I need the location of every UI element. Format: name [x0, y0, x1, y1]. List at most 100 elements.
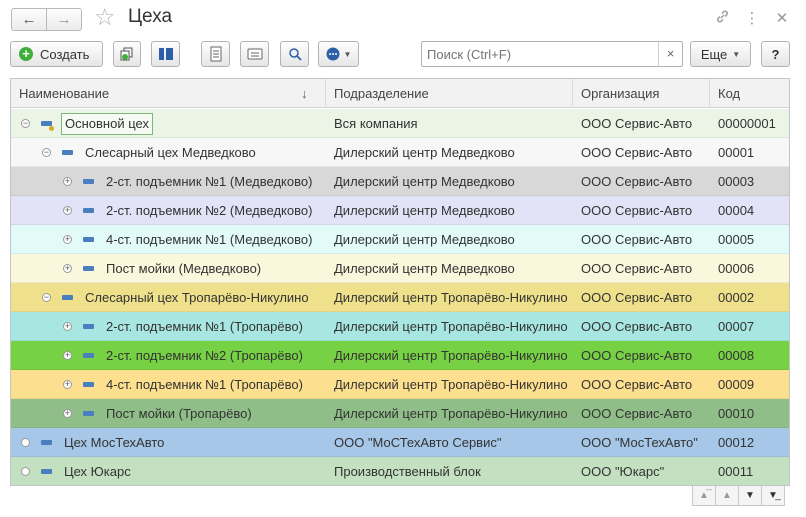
structure-button[interactable]	[151, 41, 180, 67]
expand-icon[interactable]: +	[63, 351, 72, 360]
expand-icon[interactable]: +	[63, 409, 72, 418]
cell-name: 2-ст. подъемник №1 (Тропарёво)	[106, 319, 303, 334]
cell-organization: ООО Сервис-Авто	[581, 290, 693, 305]
cell-department: Дилерский центр Тропарёво-Никулино	[334, 319, 568, 334]
catalog-item-icon	[83, 266, 94, 271]
table-row[interactable]: Цех Юкарс Производственный блок ООО "Юкарс…	[11, 457, 789, 485]
star-icon[interactable]: ☆	[94, 5, 116, 31]
table-row[interactable]: +2-ст. подъемник №1 (Тропарёво) Дилерский…	[11, 312, 789, 341]
scroll-down-button[interactable]: ▼	[738, 486, 762, 506]
report-button[interactable]	[240, 41, 269, 67]
close-icon[interactable]: ✕	[774, 9, 790, 28]
table-row[interactable]: Цех МосТехАвто ООО "МоСТехАвто Сервис" ООО…	[11, 428, 789, 457]
list-view-button[interactable]	[201, 41, 230, 67]
last-page-icon: ▼̲	[768, 490, 778, 501]
first-page-icon: ▲̅	[699, 490, 709, 501]
help-button-label: ?	[771, 46, 780, 62]
cell-organization: ООО Сервис-Авто	[581, 203, 693, 218]
more-button[interactable]: Еще ▼	[690, 41, 751, 67]
catalog-item-icon	[83, 353, 94, 358]
cell-department: Дилерский центр Медведково	[334, 145, 515, 160]
catalog-item-icon	[83, 208, 94, 213]
copy-button[interactable]	[113, 41, 141, 67]
scroll-up-button[interactable]: ▲	[715, 486, 739, 506]
cell-organization: ООО Сервис-Авто	[581, 116, 693, 131]
arrow-left-icon: ←	[21, 11, 37, 28]
more-vertical-icon[interactable]: ⋮	[744, 9, 760, 28]
table-row[interactable]: +2-ст. подъемник №2 (Тропарёво) Дилерский…	[11, 341, 789, 370]
expand-icon[interactable]: +	[63, 235, 72, 244]
table-row[interactable]: − Основной цех Вся компания ООО Сервис-Авто…	[11, 109, 789, 138]
create-button[interactable]: + Создать	[10, 41, 103, 67]
expand-icon[interactable]: +	[63, 177, 72, 186]
cell-code: 00008	[718, 348, 755, 363]
page-title: Цеха	[128, 6, 173, 27]
expand-icon[interactable]: +	[63, 264, 72, 273]
column-header-label: Наименование	[19, 86, 110, 101]
cell-department: Вся компания	[334, 116, 418, 131]
cell-department: Дилерский центр Медведково	[334, 174, 515, 189]
table-row[interactable]: +2-ст. подъемник №2 (Медведково) Дилерски…	[11, 196, 789, 225]
column-header-code[interactable]: Код	[710, 79, 789, 108]
arrow-right-icon: →	[56, 11, 72, 28]
list-navigation: ▲̅ ▲ ▼ ▼̲	[692, 486, 785, 506]
collapse-icon[interactable]: −	[21, 119, 30, 128]
collapse-icon[interactable]: −	[42, 148, 51, 157]
help-button[interactable]: ?	[761, 41, 790, 67]
more-button-label: Еще	[700, 46, 728, 62]
search-input[interactable]	[425, 46, 655, 63]
go-to-first-button[interactable]: ▲̅	[692, 486, 716, 506]
column-header-name[interactable]: Наименование ↓	[11, 79, 326, 108]
cell-code: 00000001	[718, 116, 776, 131]
column-header-label: Подразделение	[334, 86, 429, 101]
list-icon	[210, 46, 221, 62]
expand-icon[interactable]: +	[63, 380, 72, 389]
cell-code: 00002	[718, 290, 755, 305]
table-row[interactable]: +4-ст. подъемник №1 (Медведково) Дилерски…	[11, 225, 789, 254]
table-row[interactable]: + Пост мойки (Тропарёво) Дилерский центр Т…	[11, 399, 789, 428]
catalog-item-icon	[83, 179, 94, 184]
cell-department: Производственный блок	[334, 464, 481, 479]
table-row[interactable]: − Слесарный цех Медведково Дилерский центр…	[11, 138, 789, 167]
title-bar: ← → ☆ Цеха ⋮ ✕	[0, 0, 806, 38]
cell-department: Дилерский центр Тропарёво-Никулино	[334, 377, 568, 392]
chevron-up-icon: ▲	[722, 490, 732, 501]
forward-button[interactable]: →	[46, 8, 82, 31]
cell-code: 00006	[718, 261, 755, 276]
table-row[interactable]: +4-ст. подъемник №1 (Тропарёво) Дилерский…	[11, 370, 789, 399]
cell-name: 4-ст. подъемник №1 (Медведково)	[106, 232, 313, 247]
collapse-icon[interactable]: −	[42, 293, 51, 302]
cell-organization: ООО "Юкарс"	[581, 464, 665, 479]
column-header-department[interactable]: Подразделение	[326, 79, 573, 108]
table-row[interactable]: +2-ст. подъемник №1 (Медведково) Дилерски…	[11, 167, 789, 196]
expand-icon[interactable]: +	[63, 322, 72, 331]
expand-icon[interactable]: +	[63, 206, 72, 215]
column-header-label: Код	[718, 86, 741, 101]
leaf-node-icon	[21, 467, 30, 476]
cell-name: 2-ст. подъемник №1 (Медведково)	[106, 174, 313, 189]
cell-department: Дилерский центр Медведково	[334, 261, 515, 276]
copy-icon	[120, 47, 133, 61]
more-actions-button[interactable]: ▼	[318, 41, 359, 67]
clear-search-button[interactable]: ×	[658, 42, 682, 66]
find-icon	[288, 48, 302, 61]
link-icon[interactable]	[714, 9, 730, 28]
go-to-last-button[interactable]: ▼̲	[761, 486, 785, 506]
command-bar: + Создать ▼ × Еще ▼ ?	[0, 40, 806, 68]
find-in-list-button[interactable]	[280, 41, 309, 67]
cell-organization: ООО Сервис-Авто	[581, 348, 693, 363]
search-field[interactable]: ×	[421, 41, 683, 67]
catalog-item-icon	[41, 440, 52, 445]
table-row[interactable]: − Слесарный цех Тропарёво-Никулино Дилерск…	[11, 283, 789, 312]
catalog-item-icon	[83, 237, 94, 242]
catalog-item-icon	[83, 324, 94, 329]
workshops-table[interactable]: Наименование ↓ Подразделение Организация…	[10, 78, 790, 486]
main-item-marker-icon	[49, 126, 54, 131]
cell-department: Дилерский центр Тропарёво-Никулино	[334, 406, 568, 421]
hierarchy-icon	[158, 48, 173, 60]
table-row[interactable]: + Пост мойки (Медведково) Дилерский центр …	[11, 254, 789, 283]
back-button[interactable]: ←	[11, 8, 47, 31]
column-header-organization[interactable]: Организация	[573, 79, 710, 108]
report-icon	[247, 48, 262, 60]
cell-department: Дилерский центр Медведково	[334, 203, 515, 218]
